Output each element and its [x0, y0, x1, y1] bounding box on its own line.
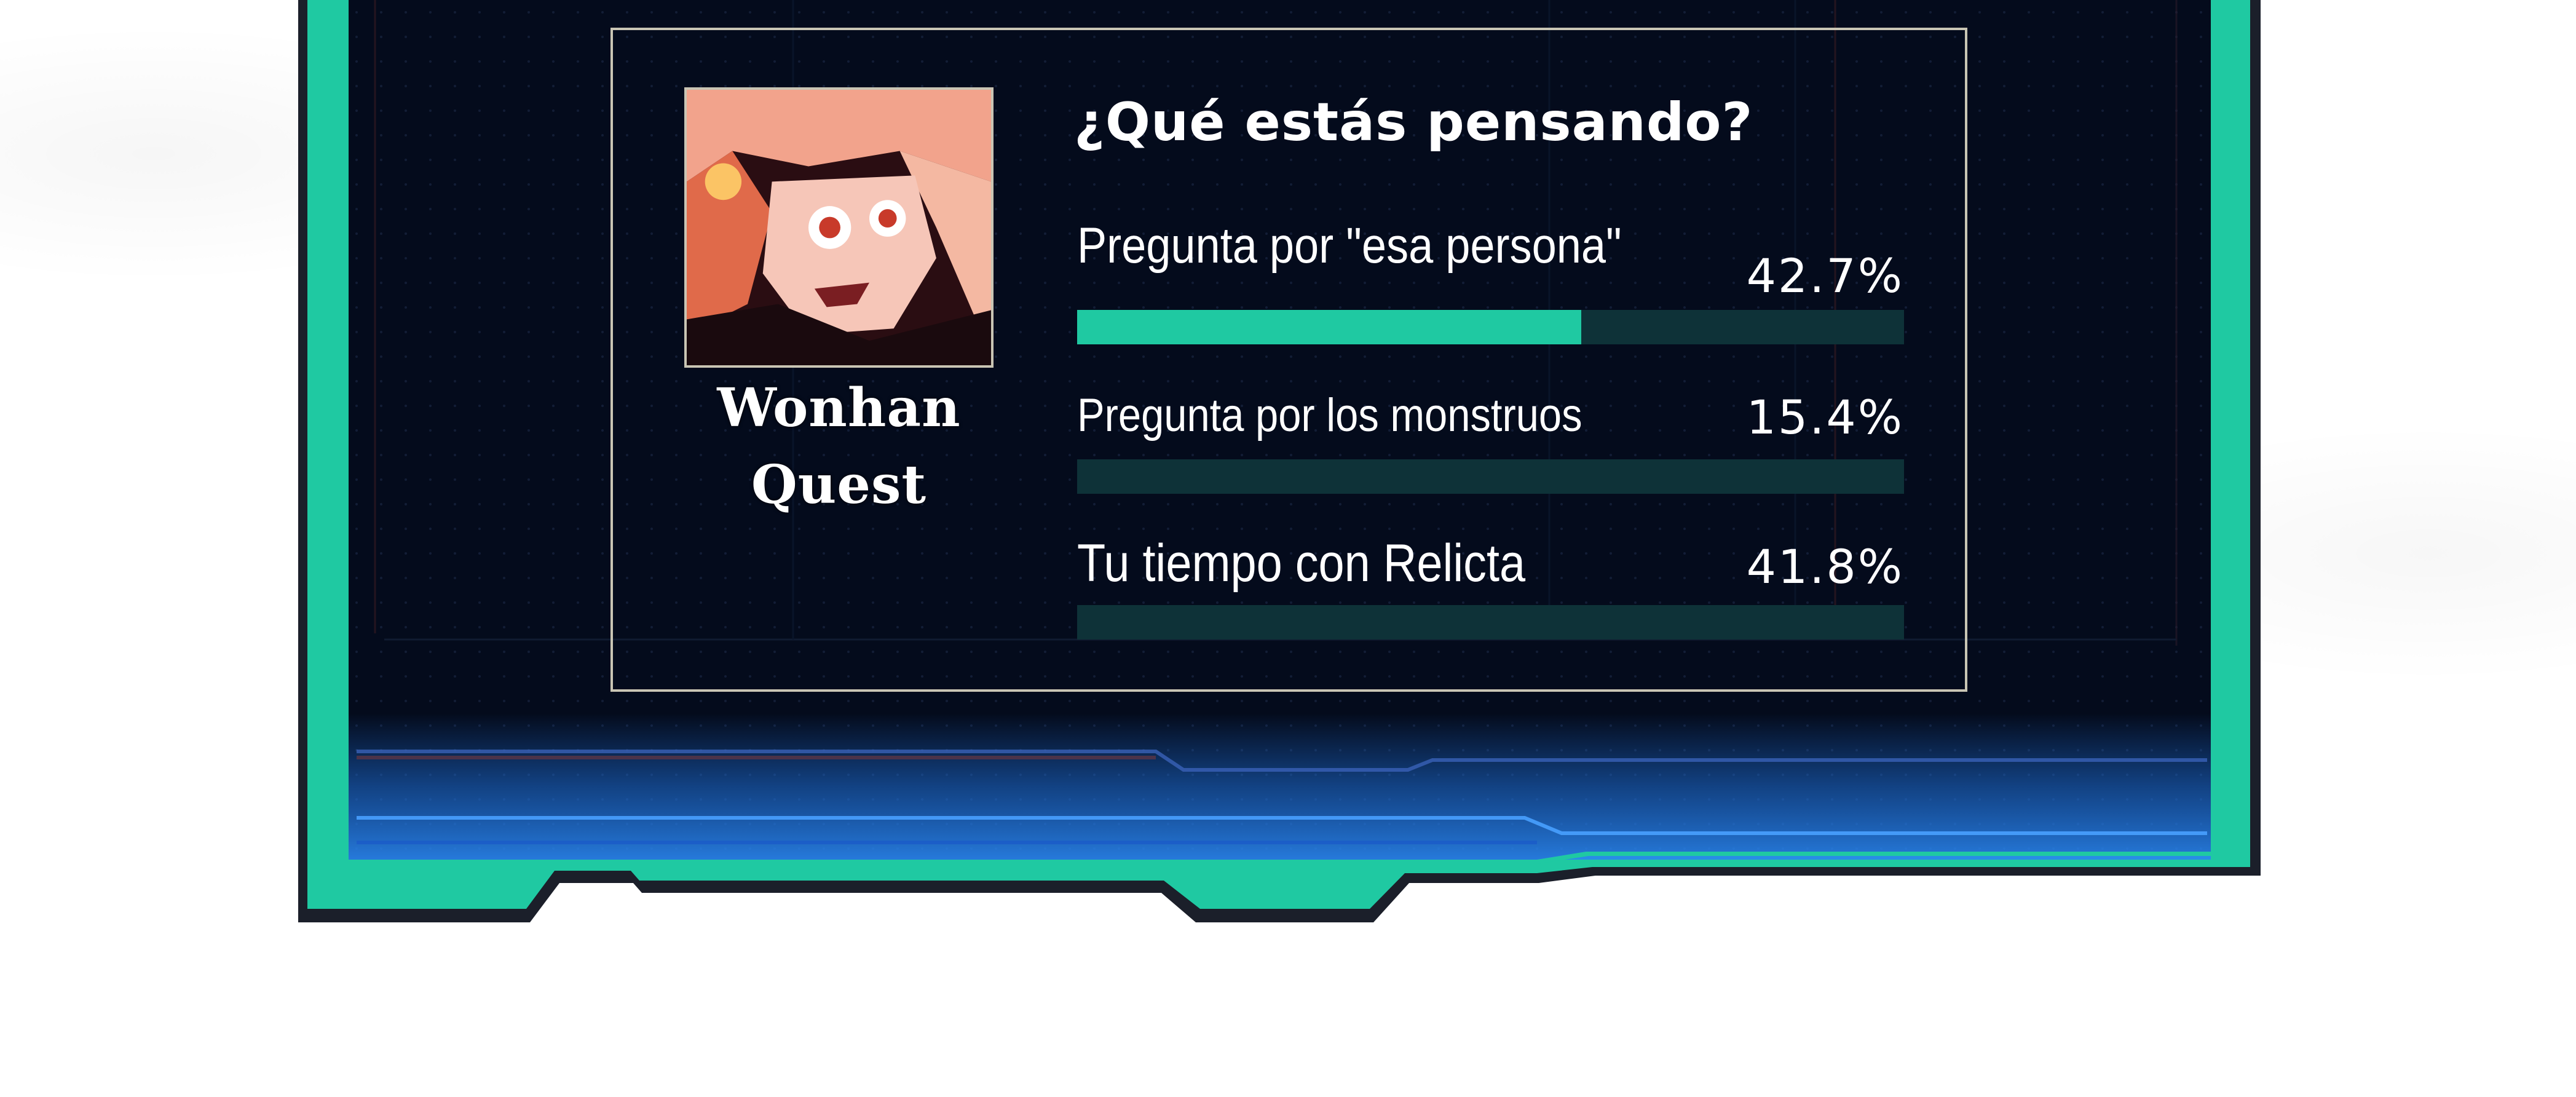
poll-panel: Wonhan Quest ¿Qué estás pensando? Pregun…	[610, 28, 1967, 692]
poll-option-percent: 41.8%	[1746, 539, 1904, 594]
poll-option-label: Pregunta por "esa persona"	[1077, 218, 1622, 274]
author-name-line2: Quest	[751, 454, 927, 516]
poll-option-label: Pregunta por los monstruos	[1077, 389, 1582, 442]
poll-option-percent: 42.7%	[1746, 248, 1904, 303]
author-name-line1: Wonhan	[717, 377, 961, 439]
manga-character-avatar-icon	[687, 90, 991, 365]
poll-question: ¿Qué estás pensando?	[1074, 92, 1753, 153]
author-avatar	[684, 87, 994, 368]
poll-option-label: Tu tiempo con Relicta	[1077, 534, 1526, 593]
poll-option-bar-track	[1077, 459, 1904, 494]
poll-option-bar-fill	[1077, 310, 1582, 344]
poll-option-bar-track	[1077, 310, 1904, 344]
poll-option-percent: 15.4%	[1746, 390, 1904, 445]
comic-panel: Wonhan Quest ¿Qué estás pensando? Pregun…	[0, 0, 2576, 1097]
poll-option-bar-track	[1077, 605, 1904, 640]
screen-glow-band	[349, 713, 2211, 860]
